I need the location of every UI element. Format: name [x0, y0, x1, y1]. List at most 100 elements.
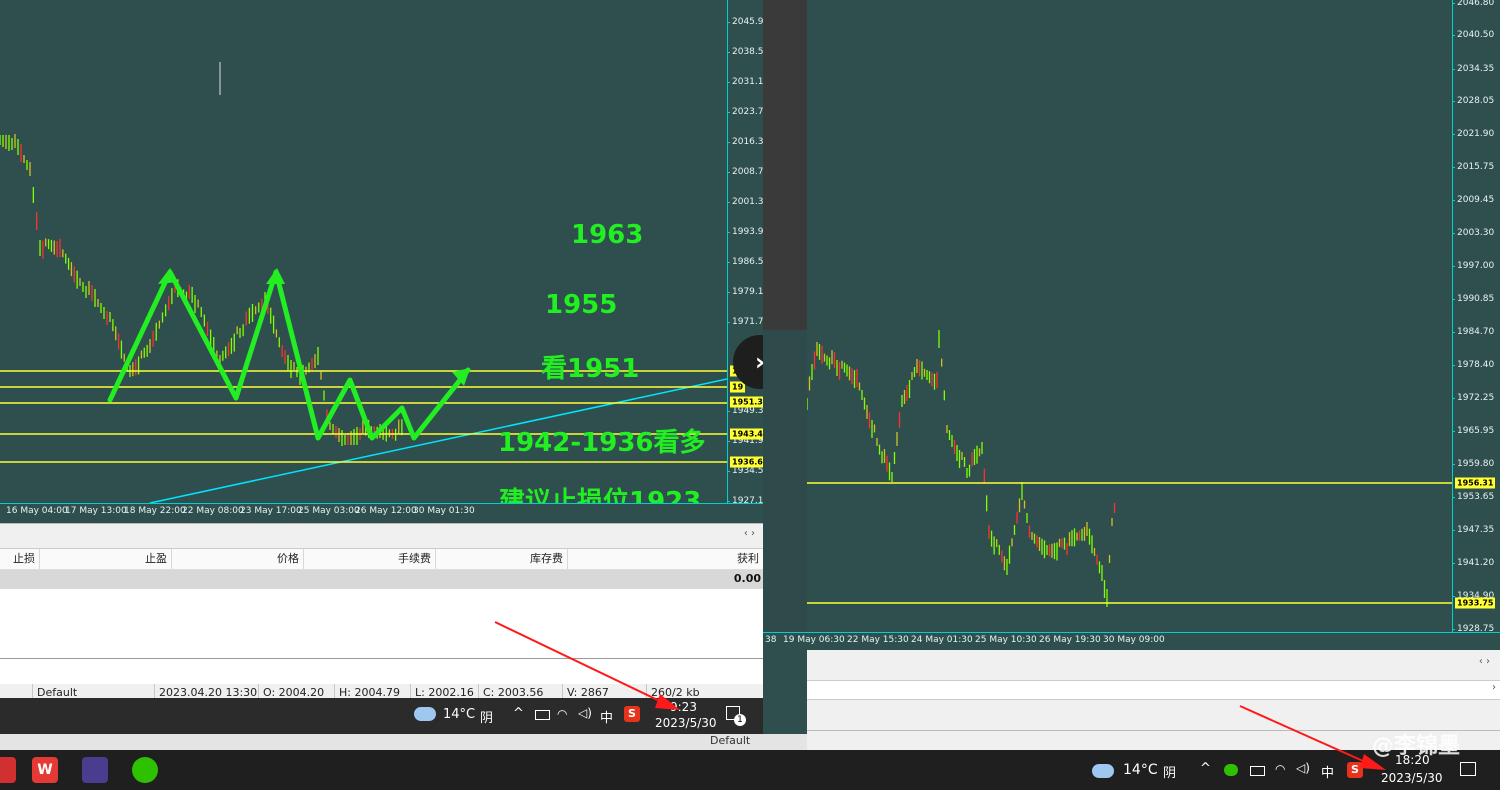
- annotation-1963: 1963: [571, 220, 644, 250]
- ime-indicator[interactable]: 中: [1321, 762, 1334, 781]
- x-tick: 17 May 13:00: [65, 506, 127, 516]
- arrowhead: [158, 268, 178, 284]
- tray-temp: 14°C: [1123, 762, 1158, 778]
- status-time: 2023.04.20 13:30: [154, 684, 258, 699]
- taskbar: W 14°C 阴 ^ ◠ ◁) 中 S 18:20 2023/5/30: [0, 750, 1500, 790]
- y-tick: 2021.90: [1451, 129, 1495, 139]
- x-tick: 30 May 09:00: [1103, 635, 1165, 645]
- left-chart-area[interactable]: 1963 1955 看1951 1942-1936看多 建议止损位1923: [0, 0, 727, 517]
- right-price-axis: 2046.80 2040.50 2034.35 2028.05 2021.90 …: [1451, 0, 1500, 634]
- x-tick: 16 May 04:00: [6, 506, 68, 516]
- annotation-1951: 看1951: [541, 354, 640, 384]
- scroll-right-icon[interactable]: ›: [1492, 682, 1496, 693]
- battery-icon: [1250, 766, 1265, 776]
- y-tick: 1972.25: [1451, 393, 1495, 403]
- tray-weather: 阴: [1163, 766, 1177, 781]
- balance-row: 0.00: [0, 570, 763, 589]
- y-tick: 2015.75: [1451, 162, 1495, 172]
- annotation-range: 1942-1936看多: [498, 428, 706, 458]
- profit-value: 0.00: [733, 572, 761, 585]
- status-traffic: 260/2 kb: [646, 684, 736, 699]
- col-takeprofit[interactable]: 止盈: [40, 549, 172, 569]
- notification-count: 1: [734, 714, 746, 726]
- x-tick: 26 May 19:30: [1039, 635, 1101, 645]
- right-price-chart: [807, 330, 1452, 607]
- col-profit[interactable]: 获利: [568, 549, 763, 569]
- left-time-axis: 16 May 04:00 17 May 13:00 18 May 22:00 2…: [0, 503, 763, 524]
- x-tick: 22 May 15:30: [847, 635, 909, 645]
- status-profile: Default: [32, 684, 154, 699]
- volume-icon[interactable]: ◁): [1296, 761, 1310, 775]
- tray-time: 9:23: [670, 700, 697, 714]
- left-price-axis: 2045.90 2038.50 2031.10 2023.70 2016.30 …: [726, 0, 771, 506]
- sogou-icon[interactable]: S: [1347, 762, 1363, 778]
- y-tick: 2046.80: [1451, 0, 1495, 8]
- x-tick: 25 May 03:00: [298, 506, 360, 516]
- notification-icon[interactable]: [1460, 762, 1476, 776]
- x-tick: 38: [765, 635, 777, 645]
- x-tick: 24 May 01:30: [911, 635, 973, 645]
- x-tick: 22 May 08:00: [182, 506, 244, 516]
- wifi-icon: ◠: [1275, 762, 1286, 776]
- right-chart-area[interactable]: [807, 0, 1452, 632]
- status-low: L: 2002.16: [410, 684, 478, 699]
- status-open: O: 2004.20: [258, 684, 334, 699]
- battery-icon: [535, 710, 550, 720]
- volume-icon[interactable]: ◁): [578, 706, 592, 720]
- y-tick: 1978.40: [1451, 360, 1495, 370]
- green-arrow-path: [107, 269, 471, 441]
- tray-temp: 14°C: [443, 707, 476, 722]
- tray-date: 2023/5/30: [655, 716, 717, 730]
- arrowhead: [266, 268, 285, 284]
- app-icon-red[interactable]: [0, 757, 16, 783]
- terminal-panel: ‹ › 止损 止盈 价格 手续费 库存费 获利 0.00 Default 202…: [0, 523, 763, 699]
- left-tray: 14°C 阴 ^ ◠ ◁) 中 S 9:23 2023/5/30 1: [0, 698, 763, 734]
- x-tick: 18 May 22:00: [124, 506, 186, 516]
- chevron-up-icon[interactable]: ^: [513, 706, 524, 721]
- tray-date: 2023/5/30: [1381, 771, 1443, 785]
- y-tick: 2009.45: [1451, 195, 1495, 205]
- x-tick: 25 May 10:30: [975, 635, 1037, 645]
- sogou-icon[interactable]: S: [624, 706, 640, 722]
- y-tick: 1941.20: [1451, 558, 1495, 568]
- y-tick: 1997.00: [1451, 261, 1495, 271]
- y-tick: 1965.95: [1451, 426, 1495, 436]
- y-tick: 1959.80: [1451, 459, 1495, 469]
- right-time-axis: 38 19 May 06:30 22 May 15:30 24 May 01:3…: [763, 632, 1500, 651]
- wechat-icon[interactable]: [132, 757, 158, 783]
- y-tick: 2040.50: [1451, 30, 1495, 40]
- price-tag: 1956.31: [1455, 477, 1496, 489]
- scroll-arrows-icon[interactable]: ‹ ›: [1479, 656, 1490, 667]
- col-stoploss[interactable]: 止损: [0, 549, 40, 569]
- y-tick: 1947.35: [1451, 525, 1495, 535]
- y-tick: 2003.30: [1451, 228, 1495, 238]
- scroll-arrows-icon[interactable]: ‹ ›: [744, 528, 755, 539]
- x-tick: 23 May 17:00: [240, 506, 302, 516]
- col-swap[interactable]: 库存费: [436, 549, 568, 569]
- watermark: @李锦墨: [1372, 734, 1461, 759]
- y-tick: 1984.70: [1451, 327, 1495, 337]
- mt4-icon[interactable]: [82, 757, 108, 783]
- status-high: H: 2004.79: [334, 684, 410, 699]
- cloud-icon: [414, 707, 436, 721]
- status-profile-right: Default: [710, 734, 751, 747]
- tray-weather: 阴: [480, 711, 494, 726]
- wifi-icon: ◠: [557, 707, 568, 721]
- col-commission[interactable]: 手续费: [304, 549, 436, 569]
- status-close: C: 2003.56: [478, 684, 562, 699]
- cloud-icon: [1092, 764, 1114, 778]
- x-tick: 26 May 12:00: [355, 506, 417, 516]
- terminal-header: 止损 止盈 价格 手续费 库存费 获利: [0, 549, 763, 570]
- status-volume: V: 2867: [562, 684, 646, 699]
- price-tag: 1933.75: [1455, 597, 1496, 609]
- y-tick: 1953.65: [1451, 492, 1495, 502]
- ime-indicator[interactable]: 中: [600, 707, 613, 726]
- x-tick: 30 May 01:30: [413, 506, 475, 516]
- status-bar: Default 2023.04.20 13:30 O: 2004.20 H: 2…: [0, 684, 763, 699]
- col-price[interactable]: 价格: [172, 549, 304, 569]
- x-tick: 19 May 06:30: [783, 635, 845, 645]
- chevron-up-icon[interactable]: ^: [1200, 761, 1211, 776]
- y-tick: 2028.05: [1451, 96, 1495, 106]
- wps-icon[interactable]: W: [32, 757, 58, 783]
- wechat-tray-icon[interactable]: [1224, 764, 1238, 776]
